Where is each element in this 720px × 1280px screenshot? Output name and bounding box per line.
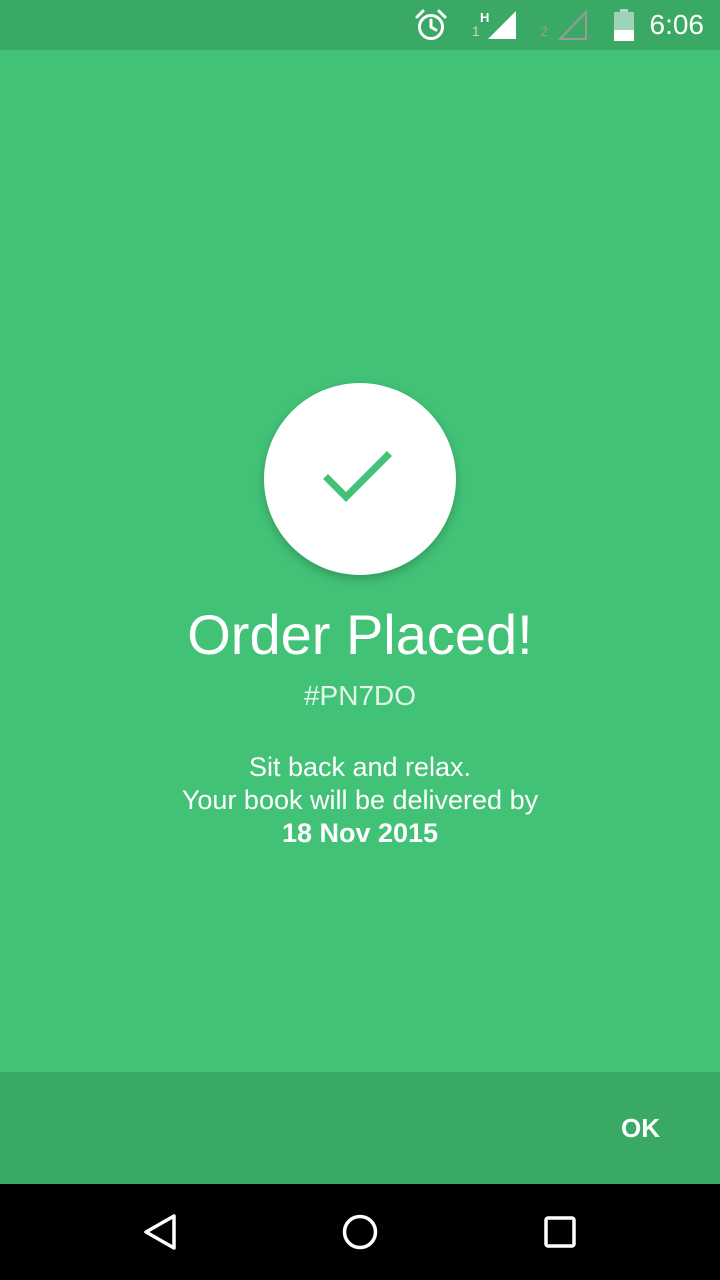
ok-button[interactable]: OK	[615, 1110, 666, 1146]
delivery-message: Your book will be delivered by	[181, 785, 539, 815]
page-title: Order Placed!	[187, 603, 533, 666]
clock-time: 6:06	[649, 9, 705, 40]
sim1-label: 1	[472, 23, 480, 39]
network-type-label: H	[480, 10, 489, 25]
home-icon[interactable]	[336, 1208, 384, 1256]
delivery-date: 18 Nov 2015	[281, 818, 439, 848]
status-bar: 1 H 2 6:06	[0, 0, 720, 50]
signal-sim2-icon: 2	[540, 9, 587, 40]
order-id: #PN7DO	[303, 680, 417, 711]
order-confirmation-screen: 1 H 2 6:06 Order Placed! #PN7DO Sit back…	[0, 0, 720, 1280]
back-icon[interactable]	[136, 1208, 184, 1256]
recents-icon[interactable]	[536, 1208, 584, 1256]
relax-message: Sit back and relax.	[248, 752, 472, 782]
battery-icon	[614, 9, 634, 41]
sim2-label: 2	[540, 23, 548, 39]
action-bar: OK	[0, 1072, 720, 1184]
success-badge	[264, 383, 456, 575]
alarm-icon	[415, 9, 447, 40]
signal-sim1-icon: 1 H	[472, 10, 516, 39]
checkmark-icon	[323, 451, 392, 502]
navigation-bar	[0, 1184, 720, 1280]
